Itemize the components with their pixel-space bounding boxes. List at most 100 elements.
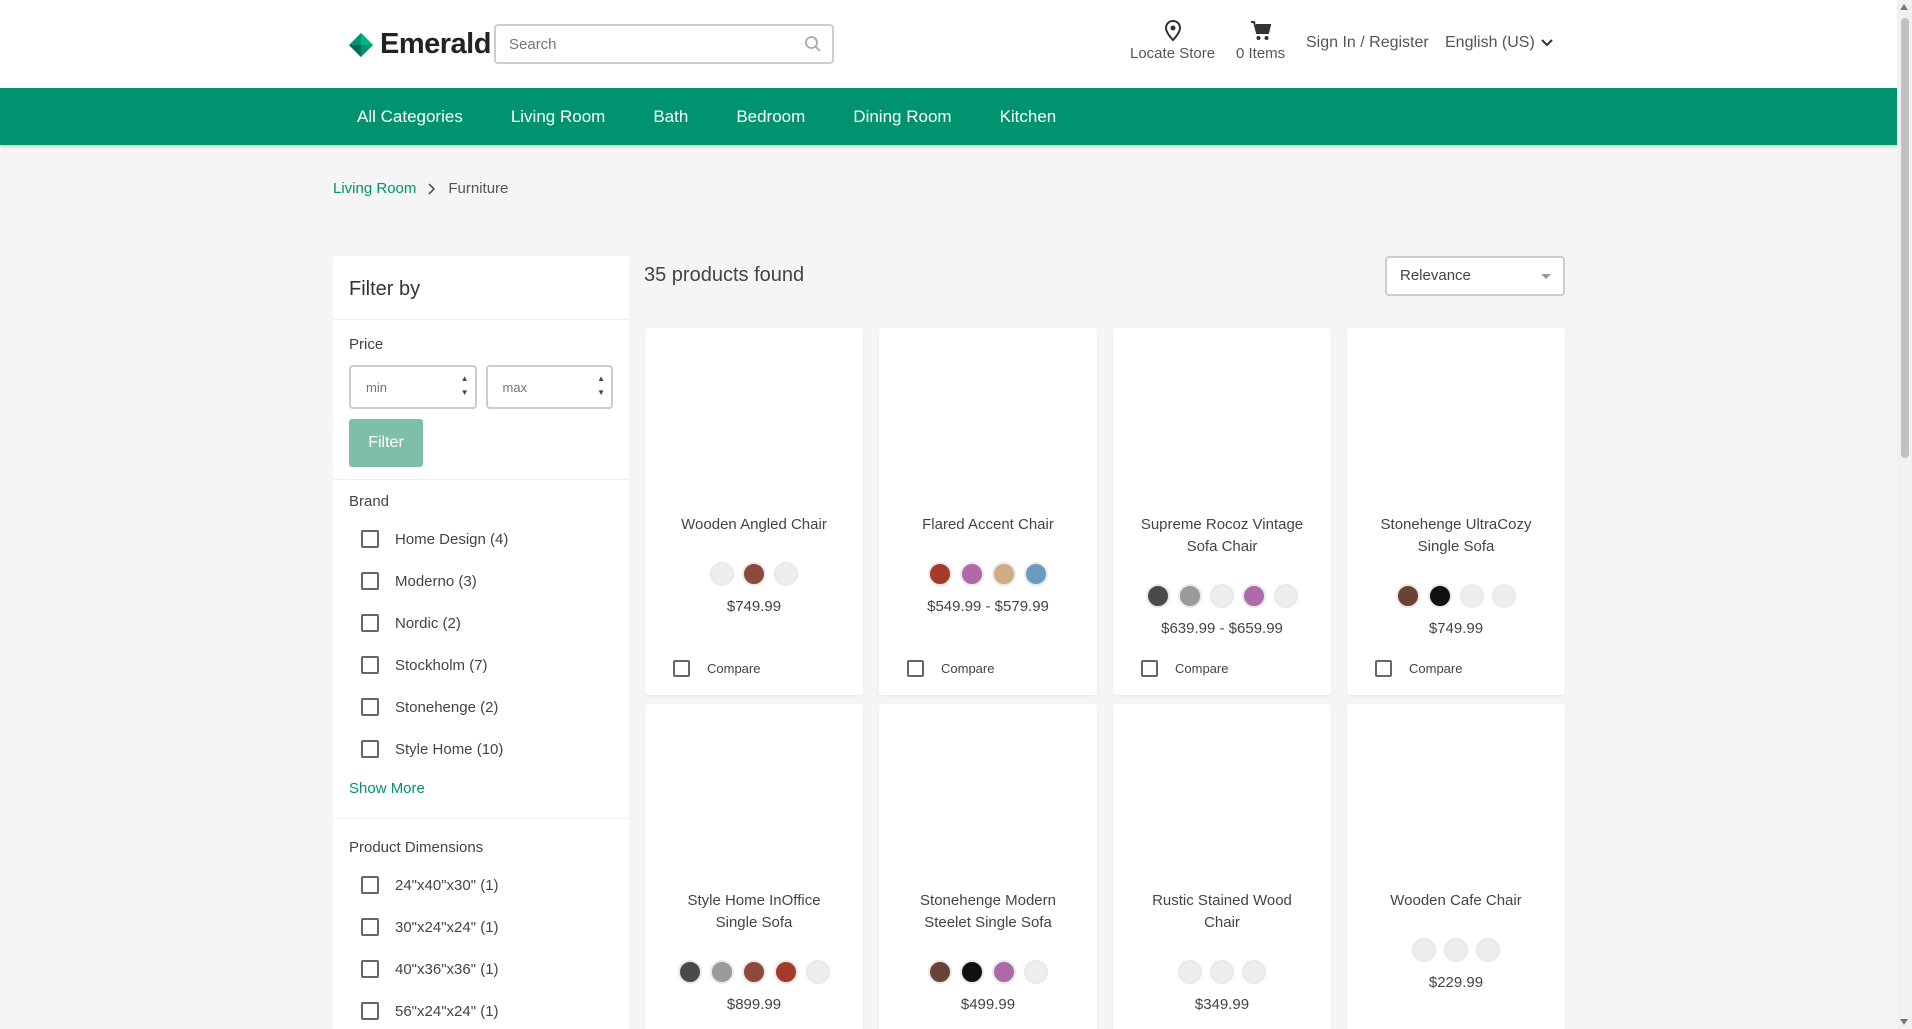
brand-option[interactable]: Stonehenge (2) [349,686,613,728]
color-swatch[interactable] [1024,960,1048,984]
checkbox[interactable] [361,614,379,632]
color-swatch[interactable] [1428,584,1452,608]
compare-checkbox[interactable] [1375,660,1392,677]
spin-up-icon[interactable]: ▲ [597,372,605,386]
checkbox[interactable] [361,740,379,758]
color-swatch[interactable] [1210,960,1234,984]
compare-checkbox[interactable] [907,660,924,677]
color-swatch[interactable] [992,960,1016,984]
color-swatch[interactable] [1460,584,1484,608]
brand-option[interactable]: Nordic (2) [349,602,613,644]
color-swatch[interactable] [742,562,766,586]
brand-option[interactable]: Style Home (10) [349,728,613,770]
color-swatch[interactable] [1492,584,1516,608]
product-card[interactable]: Stonehenge UltraCozy Single Sofa $749.99 C… [1347,328,1565,695]
search-input[interactable] [496,26,786,62]
cart-link[interactable]: 0 Items [1236,20,1285,62]
nav-bath[interactable]: Bath [629,88,712,145]
checkbox[interactable] [361,572,379,590]
color-swatch[interactable] [1178,960,1202,984]
price-min-input[interactable] [351,367,451,407]
scroll-thumb[interactable] [1901,18,1909,458]
color-swatch[interactable] [960,960,984,984]
scroll-down-icon[interactable] [1900,1019,1908,1025]
checkbox[interactable] [361,530,379,548]
price-max-input[interactable] [487,367,588,407]
color-swatch[interactable] [774,562,798,586]
product-card[interactable]: Rustic Stained Wood Chair $349.99 [1113,704,1331,1029]
color-swatch[interactable] [774,960,798,984]
color-swatch[interactable] [1146,584,1170,608]
nav-living-room[interactable]: Living Room [487,88,630,145]
compare-toggle[interactable]: Compare [1375,660,1462,677]
dimension-option[interactable]: 56"x24"x24" (1) [349,990,613,1029]
product-name[interactable]: Flared Accent Chair [899,514,1077,536]
product-card[interactable]: Style Home InOffice Single Sofa $899.99 [645,704,863,1029]
color-swatch[interactable] [806,960,830,984]
search-icon[interactable] [804,35,822,53]
color-swatch[interactable] [1412,938,1436,962]
checkbox[interactable] [361,876,379,894]
spin-down-icon[interactable]: ▼ [461,386,469,400]
compare-toggle[interactable]: Compare [907,660,994,677]
product-card[interactable]: Wooden Angled Chair $749.99 Compare [645,328,863,695]
checkbox[interactable] [361,698,379,716]
nav-dining-room[interactable]: Dining Room [829,88,975,145]
locate-store-link[interactable]: Locate Store [1130,20,1215,62]
product-name[interactable]: Rustic Stained Wood Chair [1133,890,1311,934]
color-swatch[interactable] [710,960,734,984]
brand-option[interactable]: Home Design (4) [349,518,613,560]
product-card[interactable]: Stonehenge Modern Steelet Single Sofa $49… [879,704,1097,1029]
brand-option[interactable]: Moderno (3) [349,560,613,602]
dimension-option[interactable]: 24"x40"x30" (1) [349,864,613,906]
nav-kitchen[interactable]: Kitchen [976,88,1081,145]
color-swatch[interactable] [1274,584,1298,608]
sign-in-link[interactable]: Sign In / Register [1306,34,1429,52]
compare-toggle[interactable]: Compare [1141,660,1228,677]
color-swatch[interactable] [1396,584,1420,608]
product-name[interactable]: Stonehenge Modern Steelet Single Sofa [899,890,1077,934]
product-name[interactable]: Wooden Angled Chair [665,514,843,536]
product-card[interactable]: Wooden Cafe Chair $229.99 [1347,704,1565,1029]
compare-checkbox[interactable] [673,660,690,677]
color-swatch[interactable] [1178,584,1202,608]
color-swatch[interactable] [928,960,952,984]
product-name[interactable]: Stonehenge UltraCozy Single Sofa [1367,514,1545,558]
sort-select[interactable]: Relevance [1385,256,1565,296]
compare-checkbox[interactable] [1141,660,1158,677]
product-name[interactable]: Style Home InOffice Single Sofa [665,890,843,934]
color-swatch[interactable] [960,562,984,586]
page-scrollbar[interactable] [1897,0,1912,1029]
color-swatch[interactable] [1476,938,1500,962]
brand-option[interactable]: Stockholm (7) [349,644,613,686]
logo[interactable]: Emerald [348,28,491,61]
filter-button[interactable]: Filter [349,419,423,467]
breadcrumb-living-room[interactable]: Living Room [333,180,416,197]
color-swatch[interactable] [710,562,734,586]
color-swatch[interactable] [1210,584,1234,608]
spin-down-icon[interactable]: ▼ [597,386,605,400]
color-swatch[interactable] [928,562,952,586]
product-card[interactable]: Flared Accent Chair $549.99 - $579.99 Comp… [879,328,1097,695]
spin-up-icon[interactable]: ▲ [461,372,469,386]
dimension-option[interactable]: 40"x36"x36" (1) [349,948,613,990]
scroll-up-icon[interactable] [1900,4,1908,10]
nav-all-categories[interactable]: All Categories [333,88,487,145]
color-swatch[interactable] [1242,584,1266,608]
compare-toggle[interactable]: Compare [673,660,760,677]
color-swatch[interactable] [742,960,766,984]
color-swatch[interactable] [678,960,702,984]
product-name[interactable]: Wooden Cafe Chair [1367,890,1545,912]
dimension-option[interactable]: 30"x24"x24" (1) [349,906,613,948]
color-swatch[interactable] [992,562,1016,586]
show-more-link[interactable]: Show More [349,780,425,797]
color-swatch[interactable] [1242,960,1266,984]
color-swatch[interactable] [1024,562,1048,586]
color-swatch[interactable] [1444,938,1468,962]
language-selector[interactable]: English (US) [1445,34,1553,52]
checkbox[interactable] [361,960,379,978]
checkbox[interactable] [361,918,379,936]
checkbox[interactable] [361,656,379,674]
checkbox[interactable] [361,1002,379,1020]
product-card[interactable]: Supreme Rocoz Vintage Sofa Chair $639.99 … [1113,328,1331,695]
